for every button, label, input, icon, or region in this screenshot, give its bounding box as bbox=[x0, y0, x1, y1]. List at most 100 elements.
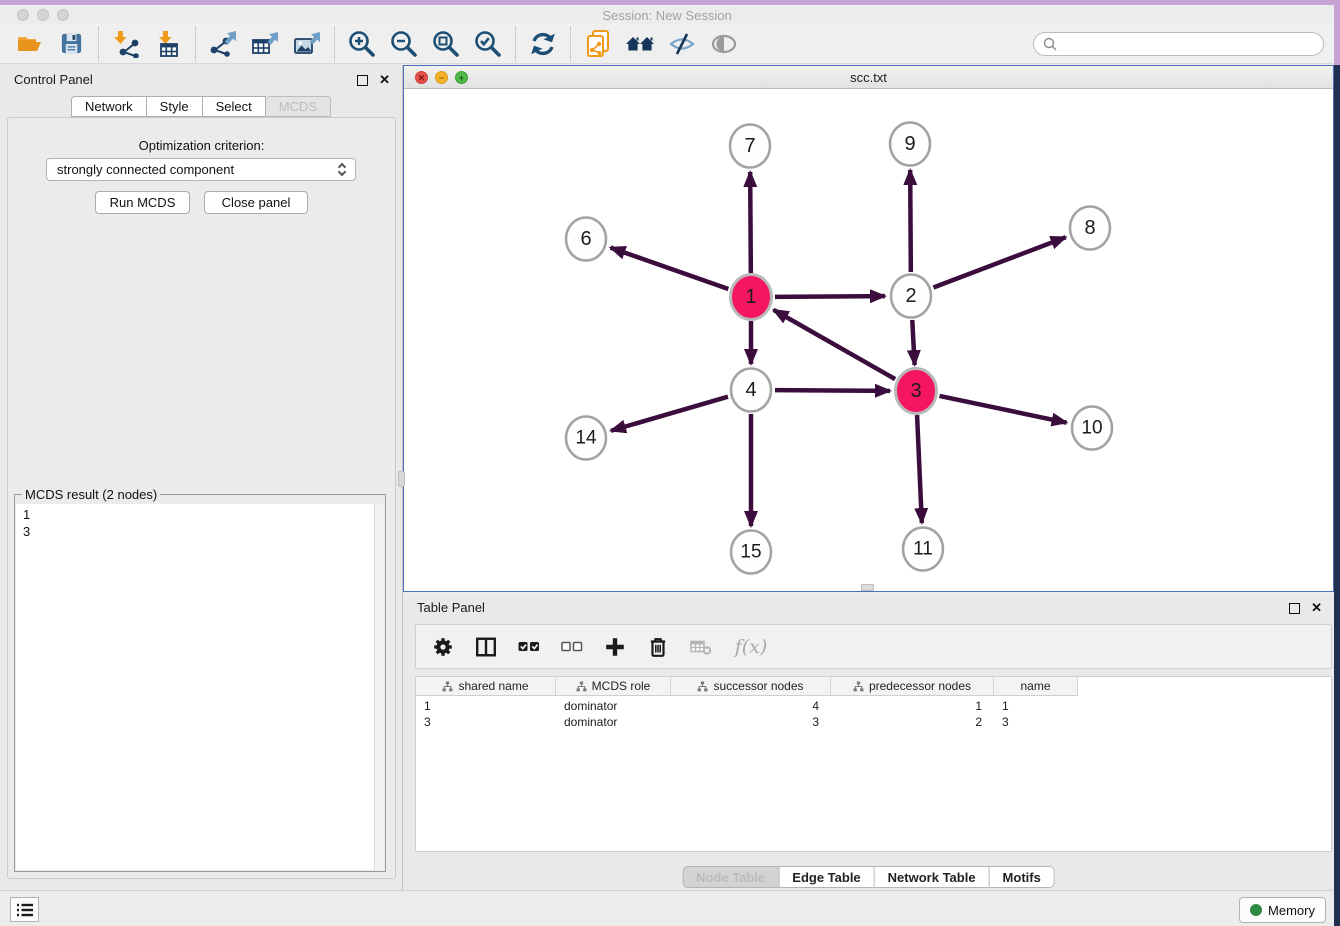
horizontal-scrollbar-grip[interactable] bbox=[861, 584, 874, 591]
tab-network-table[interactable]: Network Table bbox=[875, 866, 990, 888]
dropdown-stepper-icon bbox=[339, 164, 345, 175]
graph-edge-1-2[interactable] bbox=[775, 296, 885, 297]
status-bar: Memory bbox=[0, 890, 1334, 926]
save-session-icon[interactable] bbox=[50, 26, 92, 62]
zoom-in-icon[interactable] bbox=[341, 26, 383, 62]
add-column-icon[interactable] bbox=[602, 634, 628, 660]
dropdown-value: strongly connected component bbox=[57, 162, 234, 177]
tab-mcds[interactable]: MCDS bbox=[266, 96, 331, 117]
import-table-icon[interactable] bbox=[147, 26, 189, 62]
select-all-icon[interactable] bbox=[516, 634, 542, 660]
graph-node-4[interactable]: 4 bbox=[731, 369, 771, 412]
table-cell[interactable]: 1 bbox=[831, 699, 994, 715]
graph-edge-2-9[interactable] bbox=[910, 170, 911, 272]
tab-network[interactable]: Network bbox=[71, 96, 147, 117]
svg-text:8: 8 bbox=[1084, 217, 1095, 239]
tab-node-table[interactable]: Node Table bbox=[682, 866, 779, 888]
graph-node-10[interactable]: 10 bbox=[1072, 407, 1112, 450]
network-graph-canvas[interactable]: 7 9 6 8 1 2 4 3 14 10 15 11 bbox=[404, 89, 1333, 591]
task-history-button[interactable] bbox=[10, 897, 39, 922]
refresh-layout-icon[interactable] bbox=[522, 26, 564, 62]
column-header-successor-nodes[interactable]: successor nodes bbox=[671, 677, 831, 696]
eye-icon[interactable] bbox=[703, 26, 745, 62]
tab-edge-table[interactable]: Edge Table bbox=[779, 866, 874, 888]
graph-edge-3-1[interactable] bbox=[774, 310, 896, 379]
export-network-icon[interactable] bbox=[202, 26, 244, 62]
close-panel-button[interactable]: Close panel bbox=[204, 191, 308, 214]
show-columns-icon[interactable] bbox=[473, 634, 499, 660]
run-mcds-button[interactable]: Run MCDS bbox=[95, 191, 190, 214]
gear-icon[interactable] bbox=[430, 634, 456, 660]
function-builder-icon[interactable]: f(x) bbox=[731, 634, 771, 660]
table-cell[interactable]: dominator bbox=[556, 699, 671, 715]
tab-motifs[interactable]: Motifs bbox=[990, 866, 1055, 888]
memory-button[interactable]: Memory bbox=[1239, 897, 1326, 923]
column-header-predecessor-nodes[interactable]: predecessor nodes bbox=[831, 677, 994, 696]
export-table-icon[interactable] bbox=[244, 26, 286, 62]
table-cell[interactable]: 3 bbox=[416, 715, 556, 731]
table-cell[interactable]: 1 bbox=[994, 699, 1078, 715]
export-image-icon[interactable] bbox=[286, 26, 328, 62]
svg-text:1: 1 bbox=[745, 286, 756, 308]
panel-splitter-grip[interactable] bbox=[398, 471, 405, 487]
delete-table-icon[interactable] bbox=[688, 634, 714, 660]
graph-node-9[interactable]: 9 bbox=[890, 123, 930, 166]
graph-node-7[interactable]: 7 bbox=[730, 125, 770, 168]
float-panel-icon[interactable] bbox=[357, 75, 368, 86]
graph-edge-4-14[interactable] bbox=[611, 397, 728, 431]
tab-style[interactable]: Style bbox=[147, 96, 203, 117]
optimization-criterion-dropdown[interactable]: strongly connected component bbox=[46, 158, 356, 181]
table-cell[interactable]: 3 bbox=[994, 715, 1078, 731]
graph-node-15[interactable]: 15 bbox=[731, 531, 771, 574]
eye-slash-icon[interactable] bbox=[661, 26, 703, 62]
float-panel-icon[interactable] bbox=[1289, 603, 1300, 614]
table-cell[interactable]: 3 bbox=[671, 715, 831, 731]
graph-node-8[interactable]: 8 bbox=[1070, 207, 1110, 250]
graph-node-14[interactable]: 14 bbox=[566, 417, 606, 460]
search-input[interactable] bbox=[1063, 36, 1314, 51]
graph-edge-4-3[interactable] bbox=[775, 390, 890, 391]
graph-edge-1-7[interactable] bbox=[750, 172, 751, 273]
graph-edge-1-6[interactable] bbox=[611, 248, 729, 289]
application-window: Session: New Session bbox=[0, 0, 1340, 926]
graph-node-2[interactable]: 2 bbox=[891, 275, 931, 318]
graph-node-11[interactable]: 11 bbox=[903, 528, 943, 571]
graph-edge-3-10[interactable] bbox=[939, 396, 1066, 423]
table-cell[interactable]: dominator bbox=[556, 715, 671, 731]
table-panel-title: Table Panel bbox=[417, 600, 485, 615]
graph-node-1[interactable]: 1 bbox=[731, 275, 772, 320]
table-panel-tabs: Node TableEdge TableNetwork TableMotifs bbox=[682, 866, 1055, 888]
column-header-mcds-role[interactable]: MCDS role bbox=[556, 677, 671, 696]
table-row[interactable]: 3dominator323 bbox=[416, 715, 1331, 731]
floppy-disk-icon bbox=[59, 31, 84, 56]
table-row[interactable]: 1dominator411 bbox=[416, 699, 1331, 715]
scrollbar-track[interactable] bbox=[374, 504, 384, 870]
open-folder-icon[interactable] bbox=[8, 26, 50, 62]
graph-edge-2-3[interactable] bbox=[912, 320, 914, 365]
house-icon[interactable] bbox=[619, 26, 661, 62]
table-delete-icon bbox=[689, 637, 713, 657]
close-panel-icon[interactable]: ✕ bbox=[379, 72, 390, 88]
close-panel-icon[interactable]: ✕ bbox=[1311, 600, 1322, 616]
zoom-selected-icon[interactable] bbox=[467, 26, 509, 62]
zoom-fit-icon[interactable] bbox=[425, 26, 467, 62]
table-cell[interactable]: 2 bbox=[831, 715, 994, 731]
search-icon bbox=[1043, 37, 1057, 51]
delete-column-icon[interactable] bbox=[645, 634, 671, 660]
mcds-result-item: 3 bbox=[16, 523, 384, 540]
graph-edge-2-8[interactable] bbox=[933, 237, 1065, 287]
search-box[interactable] bbox=[1033, 32, 1324, 56]
import-network-icon[interactable] bbox=[105, 26, 147, 62]
column-header-name[interactable]: name bbox=[994, 677, 1078, 696]
graph-node-3[interactable]: 3 bbox=[896, 369, 937, 414]
table-cell[interactable]: 4 bbox=[671, 699, 831, 715]
zoom-out-icon[interactable] bbox=[383, 26, 425, 62]
graph-edge-3-11[interactable] bbox=[917, 415, 922, 523]
graph-node-6[interactable]: 6 bbox=[566, 218, 606, 261]
table-cell[interactable]: 1 bbox=[416, 699, 556, 715]
tab-select[interactable]: Select bbox=[203, 96, 266, 117]
new-network-from-selection-icon[interactable] bbox=[577, 26, 619, 62]
column-header-shared-name[interactable]: shared name bbox=[416, 677, 556, 696]
network-window-titlebar[interactable]: ✕ − + scc.txt bbox=[404, 66, 1333, 89]
deselect-all-icon[interactable] bbox=[559, 634, 585, 660]
